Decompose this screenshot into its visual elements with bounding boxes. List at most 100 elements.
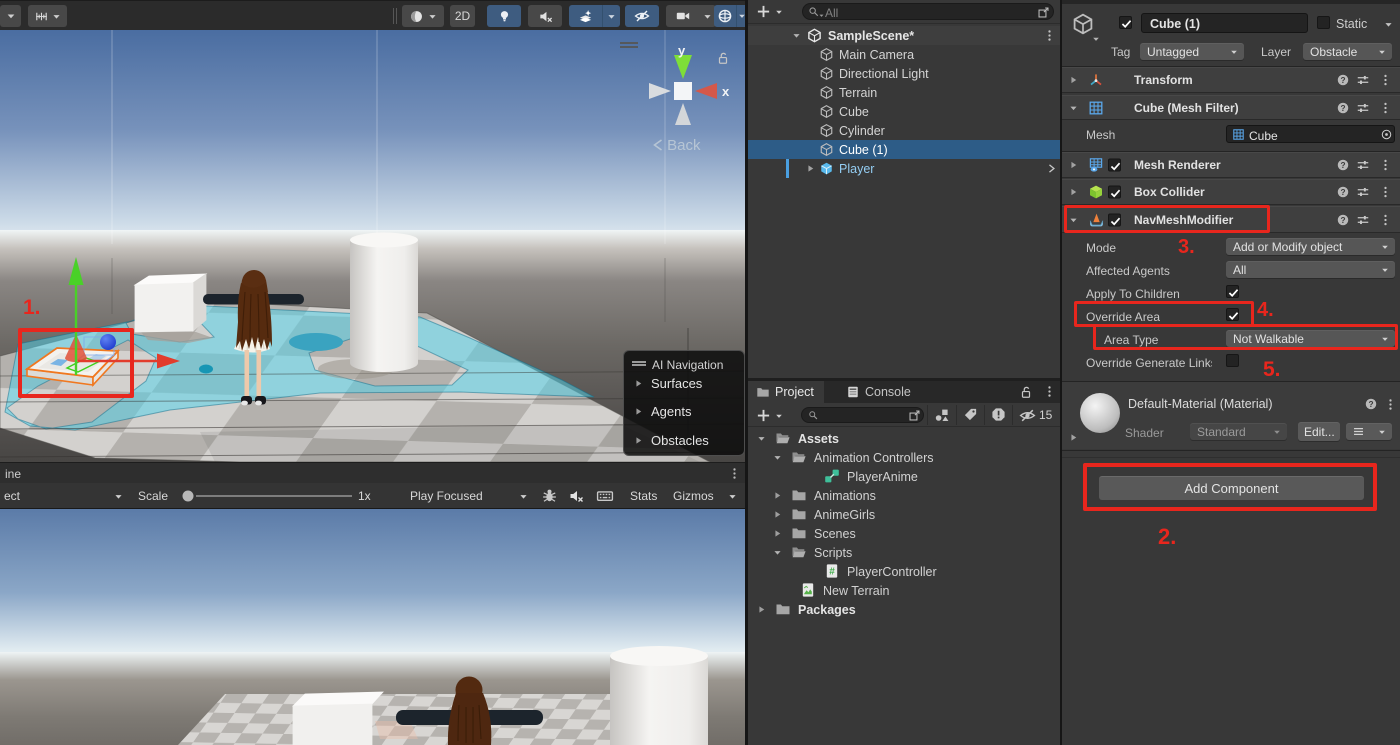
- fold-closed-icon[interactable]: [1068, 187, 1079, 198]
- project-item-animation-controllers[interactable]: Animation Controllers: [748, 448, 1060, 467]
- override-generate-links-checkbox[interactable]: [1226, 354, 1239, 367]
- gameobject-icon-caret[interactable]: [1091, 34, 1101, 44]
- hierarchy-item-cylinder[interactable]: Cylinder: [748, 121, 1060, 140]
- hierarchy-item-cube-1-selected[interactable]: Cube (1): [748, 140, 1060, 159]
- project-item-animations[interactable]: Animations: [748, 486, 1060, 505]
- affected-agents-dropdown[interactable]: All: [1226, 261, 1395, 278]
- presets-icon[interactable]: [1356, 213, 1370, 227]
- game-audio-mute-icon[interactable]: [568, 488, 584, 504]
- keyboard-icon[interactable]: [596, 487, 614, 505]
- boxcollider-header[interactable]: Box Collider: [1062, 179, 1400, 205]
- scene-fold-icon[interactable]: [791, 30, 802, 41]
- aspect-dropdown[interactable]: ect: [4, 489, 20, 503]
- search-window-icon[interactable]: [1037, 6, 1050, 19]
- project-item-packages[interactable]: Packages: [748, 600, 1060, 619]
- name-field[interactable]: Cube (1): [1141, 13, 1308, 33]
- object-picker-icon[interactable]: [1380, 128, 1393, 141]
- fold-closed-icon[interactable]: [772, 528, 783, 539]
- help-icon[interactable]: [1336, 213, 1350, 227]
- component-menu-icon[interactable]: [1379, 159, 1392, 172]
- hidden-count-eye-icon[interactable]: [1019, 407, 1036, 424]
- hierarchy-item-main-camera[interactable]: Main Camera: [748, 45, 1060, 64]
- scene-visibility-button[interactable]: [625, 5, 659, 27]
- hierarchy-item-directional-light[interactable]: Directional Light: [748, 64, 1060, 83]
- material-menu-icon[interactable]: [1384, 398, 1397, 411]
- debug-bug-icon[interactable]: [541, 487, 558, 504]
- static-caret[interactable]: [1383, 19, 1394, 30]
- scene-audio-button[interactable]: [528, 5, 562, 27]
- component-menu-icon[interactable]: [1379, 74, 1392, 87]
- scene-menu-icon[interactable]: [1043, 29, 1056, 42]
- shader-dropdown[interactable]: Standard: [1190, 423, 1287, 440]
- project-item-animegirls[interactable]: AnimeGirls: [748, 505, 1060, 524]
- meshfilter-header[interactable]: Cube (Mesh Filter): [1062, 95, 1400, 120]
- material-list-button[interactable]: [1346, 423, 1392, 440]
- back-button[interactable]: Back: [653, 137, 701, 154]
- project-item-playercontroller[interactable]: PlayerController: [748, 562, 1060, 581]
- material-preview-sphere[interactable]: [1078, 391, 1122, 435]
- project-item-new-terrain[interactable]: New Terrain: [748, 581, 1060, 600]
- project-item-assets[interactable]: Assets: [748, 429, 1060, 448]
- fold-open-icon[interactable]: [772, 547, 783, 558]
- project-search-input[interactable]: [801, 407, 924, 423]
- presets-icon[interactable]: [1356, 101, 1370, 115]
- fold-closed-icon[interactable]: [756, 604, 767, 615]
- ai-nav-agents[interactable]: Agents: [624, 401, 744, 421]
- filter-label-icon[interactable]: [963, 407, 978, 422]
- gizmo-x-label[interactable]: x: [722, 84, 729, 99]
- help-icon[interactable]: [1336, 73, 1350, 87]
- search-window-icon[interactable]: [908, 409, 921, 422]
- fold-closed-icon[interactable]: [772, 509, 783, 520]
- gizmo-y-label[interactable]: y: [678, 43, 685, 58]
- material-fold-icon[interactable]: [1068, 432, 1079, 443]
- overlay-grip-icon[interactable]: [620, 42, 638, 48]
- play-focused-caret[interactable]: [518, 491, 529, 502]
- fold-open-icon[interactable]: [772, 452, 783, 463]
- component-menu-icon[interactable]: [1379, 186, 1392, 199]
- fold-closed-icon[interactable]: [1068, 75, 1079, 86]
- scene-viewport[interactable]: y x Back AI Navigation Surfaces Agents: [0, 30, 745, 462]
- static-checkbox[interactable]: [1317, 16, 1330, 29]
- create-plus-icon[interactable]: [756, 4, 771, 19]
- play-focused-dropdown[interactable]: Play Focused: [410, 489, 483, 503]
- project-plus-caret[interactable]: [774, 411, 784, 421]
- fold-open-icon[interactable]: [1068, 102, 1079, 113]
- camera-toggle-half[interactable]: [667, 5, 700, 27]
- mesh-object-field[interactable]: Cube: [1226, 125, 1395, 143]
- scene-effects-dropdown[interactable]: [603, 5, 620, 27]
- project-item-scripts[interactable]: Scripts: [748, 543, 1060, 562]
- ai-nav-grip-icon[interactable]: [632, 361, 646, 366]
- game-viewport[interactable]: [0, 509, 745, 745]
- presets-icon[interactable]: [1356, 158, 1370, 172]
- lock-open-icon[interactable]: [1019, 385, 1033, 399]
- tab-project[interactable]: Project: [748, 381, 824, 403]
- draw-mode-button[interactable]: [402, 5, 444, 27]
- help-icon[interactable]: [1336, 101, 1350, 115]
- bottom-tab-label[interactable]: ine: [5, 467, 21, 481]
- gizmo-lock-icon[interactable]: [716, 51, 730, 65]
- help-icon[interactable]: [1364, 397, 1378, 411]
- transform-header[interactable]: Transform: [1062, 67, 1400, 93]
- shader-edit-button[interactable]: Edit...: [1298, 422, 1340, 441]
- scene-effects-button[interactable]: [569, 5, 620, 27]
- apply-to-children-checkbox[interactable]: [1226, 285, 1239, 298]
- help-icon[interactable]: [1336, 158, 1350, 172]
- 2d-mode-button[interactable]: 2D: [450, 5, 475, 27]
- grid-snap-button[interactable]: [28, 5, 67, 27]
- presets-icon[interactable]: [1356, 185, 1370, 199]
- component-tools-toggle-half[interactable]: [714, 5, 737, 27]
- project-menu-icon[interactable]: [1043, 385, 1056, 398]
- component-enabled-checkbox[interactable]: [1108, 186, 1121, 199]
- hierarchy-scene-row[interactable]: SampleScene*: [748, 26, 1060, 45]
- hierarchy-item-player[interactable]: Player: [748, 159, 1060, 178]
- filter-type-icon[interactable]: [934, 407, 950, 423]
- tool-settings-button[interactable]: [0, 5, 21, 27]
- create-caret[interactable]: [774, 7, 784, 17]
- component-tools-button[interactable]: [714, 5, 748, 27]
- fold-closed-icon[interactable]: [772, 490, 783, 501]
- fold-open-icon[interactable]: [756, 433, 767, 444]
- stats-button[interactable]: Stats: [630, 489, 657, 503]
- hierarchy-search-input[interactable]: All: [802, 3, 1054, 20]
- gizmos-caret[interactable]: [727, 491, 738, 502]
- favorites-icon[interactable]: [991, 407, 1006, 422]
